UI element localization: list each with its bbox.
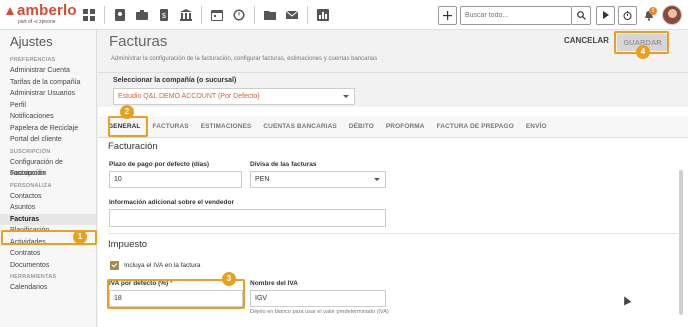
brand-logo[interactable]: amberlo part of ⊲ zpnone	[0, 0, 78, 30]
brand-tagline: part of ⊲ zpnone	[18, 19, 56, 25]
tab-estimates[interactable]: ESTIMACIONES	[201, 123, 252, 130]
play-timer-button[interactable]	[596, 5, 615, 25]
sidebar-section-heading: PREFERENCIAS	[10, 57, 56, 63]
currency-label: Divisa de las facturas	[250, 161, 317, 168]
sidebar-item-client-portal[interactable]: Portal del cliente	[0, 134, 96, 146]
stopwatch-icon	[623, 10, 632, 20]
sidebar-title: Ajustes	[10, 34, 53, 49]
folder-icon[interactable]	[259, 4, 281, 26]
step-marker-3: 3	[222, 272, 236, 286]
sidebar-item-notifications[interactable]: Notificaciones	[0, 111, 96, 123]
page-header: Facturas Administrar la configuración de…	[98, 30, 688, 73]
company-select-label: Seleccionar la compañía (o sucursal)	[113, 77, 237, 84]
history-icon[interactable]	[228, 4, 250, 26]
vat-name-label: Nombre del IVA	[250, 280, 298, 287]
include-vat-checkbox[interactable]	[110, 261, 119, 270]
company-select-value: Estudio Q&L DEMO ACCOUNT (Por Defecto)	[118, 93, 260, 100]
sidebar-item-manage-users[interactable]: Administrar Usuarios	[0, 88, 96, 100]
reports-icon[interactable]	[312, 4, 334, 26]
search-input[interactable]	[460, 5, 572, 25]
currency-select-value: PEN	[255, 176, 270, 183]
sidebar-item-manage-account[interactable]: Administrar Cuenta	[0, 65, 96, 77]
step-marker-1: 1	[73, 230, 87, 244]
sidebar-section-heading: SUSCRIPCIÓN	[10, 148, 51, 155]
notifications-button[interactable]: 1	[640, 6, 658, 25]
invoice-icon[interactable]: $	[153, 4, 175, 26]
tab-bank-accounts[interactable]: CUENTAS BANCARIAS	[263, 123, 336, 130]
tab-prepayment-invoice[interactable]: FACTURA DE PREPAGO	[437, 123, 514, 130]
step-marker-2: 2	[120, 105, 134, 119]
company-selector-area: Seleccionar la compañía (o sucursal) Est…	[98, 73, 688, 107]
content-scrollbar[interactable]	[679, 170, 683, 315]
cancel-button[interactable]: CANCELAR	[564, 36, 609, 45]
play-icon	[602, 11, 609, 19]
amberlo-logo-icon	[6, 7, 14, 15]
svg-text:$: $	[162, 13, 166, 20]
chevron-down-icon	[343, 95, 349, 98]
include-vat-label: Incluya el IVA en la factura	[124, 262, 201, 269]
vat-name-input[interactable]: IGV	[250, 290, 386, 307]
sidebar-item-contacts[interactable]: Contactos	[0, 191, 96, 203]
contacts-icon[interactable]	[109, 4, 131, 26]
billing-section-title: Facturación	[108, 141, 158, 152]
company-select[interactable]: Estudio Q&L DEMO ACCOUNT (Por Defecto)	[113, 88, 355, 105]
seller-info-label: Información adicional sobre el vendedor	[109, 199, 234, 206]
chevron-down-icon	[374, 178, 380, 181]
settings-tabs: GENERAL FACTURAS ESTIMACIONES CUENTAS BA…	[98, 116, 688, 138]
step-marker-4: 4	[636, 45, 650, 59]
sidebar-section-heading: HERRAMIENTAS	[10, 274, 57, 280]
sidebar-item-company-rates[interactable]: Tarifas de la compañía	[0, 77, 96, 89]
tab-proforma[interactable]: PROFORMA	[386, 123, 425, 130]
toolbar-divider	[307, 5, 308, 24]
add-button[interactable]	[438, 5, 457, 25]
sidebar-item-subscription-settings[interactable]: Configuración de suscripción	[0, 157, 96, 178]
plus-icon	[443, 10, 452, 20]
section-divider	[108, 233, 678, 234]
sidebar-item-invoices[interactable]: Facturas	[0, 213, 96, 225]
currency-select[interactable]: PEN	[250, 171, 386, 188]
settings-sidebar: Ajustes PREFERENCIAS Administrar Cuenta …	[0, 30, 97, 327]
sidebar-item-billing[interactable]: Facturación	[0, 168, 96, 180]
tab-invoices[interactable]: FACTURAS	[152, 123, 188, 130]
sidebar-item-documents[interactable]: Documentos	[0, 260, 96, 272]
bank-icon[interactable]	[175, 4, 197, 26]
toolbar-right: 1	[438, 0, 688, 30]
sidebar-item-calendars[interactable]: Calendarios	[0, 282, 96, 294]
page-description: Administrar la configuración de la factu…	[111, 56, 378, 62]
notification-count-badge: 1	[649, 6, 657, 15]
toolbar-divider	[254, 5, 255, 24]
toolbar-divider	[201, 5, 202, 24]
top-bar: amberlo part of ⊲ zpnone $ 1	[0, 0, 688, 30]
sidebar-item-contracts[interactable]: Contratos	[0, 248, 96, 260]
payment-term-input[interactable]: 10	[109, 171, 242, 188]
mail-icon[interactable]	[281, 4, 303, 26]
search-button[interactable]	[572, 5, 591, 25]
tab-sending[interactable]: ENVÍO	[526, 123, 547, 130]
calendar-icon[interactable]	[206, 4, 228, 26]
sidebar-item-recycle-bin[interactable]: Papelera de Reciclaje	[0, 123, 96, 135]
sidebar-section-heading: PERSONALIZA	[10, 182, 52, 189]
avatar[interactable]	[662, 5, 682, 25]
stopwatch-button[interactable]	[618, 5, 637, 25]
vat-name-hint: Déjelo en blanco para usar el valor pred…	[250, 309, 389, 315]
sidebar-item-matters[interactable]: Asuntos	[0, 202, 96, 214]
page-title: Facturas	[109, 33, 168, 50]
search-icon	[576, 10, 586, 20]
seller-info-input[interactable]	[109, 209, 386, 227]
tax-section-title: Impuesto	[108, 239, 148, 250]
brand-name: amberlo	[17, 2, 77, 19]
briefcase-icon[interactable]	[131, 4, 153, 26]
payment-term-label: Plazo de pago por defecto (días)	[109, 161, 210, 168]
highlight-box-general-tab	[108, 116, 148, 137]
sidebar-item-profile[interactable]: Perfil	[0, 100, 96, 112]
toolbar-divider	[104, 5, 105, 24]
tab-debit[interactable]: DÉBITO	[349, 123, 374, 130]
dashboard-icon[interactable]	[78, 4, 100, 26]
